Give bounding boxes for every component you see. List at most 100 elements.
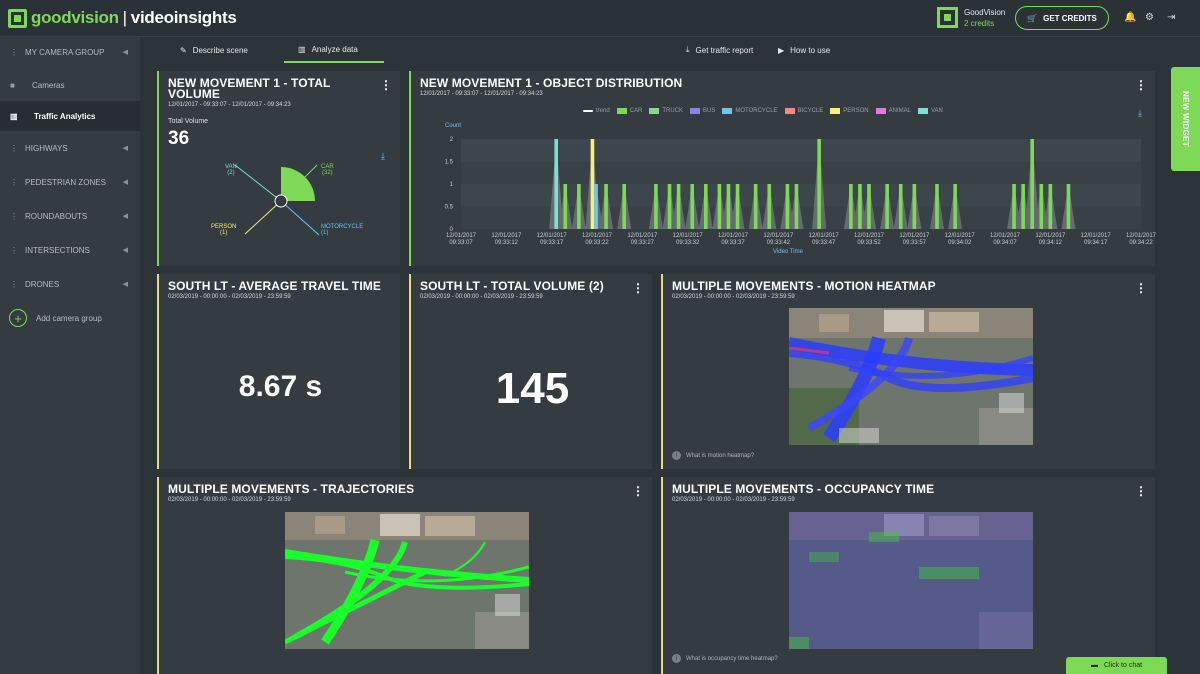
pie-label-car: CAR (32) xyxy=(321,164,334,176)
more-vert-icon[interactable]: ⋮ xyxy=(1135,485,1147,497)
sidebar-group-drones[interactable]: ⋮ DRONES ◀ xyxy=(0,269,140,299)
legend-swatch xyxy=(784,108,795,114)
chevron-left-icon: ◀ xyxy=(122,145,128,152)
bar-car[interactable] xyxy=(717,184,722,229)
bar-car[interactable] xyxy=(767,184,772,229)
gear-icon[interactable]: ⚙ xyxy=(1145,12,1154,23)
sidebar-group-intersections[interactable]: ⋮ INTERSECTIONS ◀ xyxy=(0,235,140,265)
tab-analyze-data[interactable]: ▥ Analyze data xyxy=(284,37,384,63)
widget-average-travel-time: SOUTH LT - AVERAGE TRAVEL TIME 02/03/201… xyxy=(157,274,400,469)
bar-car[interactable] xyxy=(912,184,917,229)
bar-car[interactable] xyxy=(690,184,694,229)
legend-item[interactable]: MOTORCYCLE xyxy=(722,108,778,114)
bar-car[interactable] xyxy=(604,184,608,229)
bar-car[interactable] xyxy=(1030,139,1034,229)
legend-label: BICYCLE xyxy=(797,108,824,114)
chat-button[interactable]: ▬ Click to chat xyxy=(1066,657,1167,674)
bar-car[interactable] xyxy=(676,184,681,229)
bar-car[interactable] xyxy=(726,184,731,229)
sidebar-group-my-camera-group[interactable]: ⋮ MY CAMERA GROUP ◀ xyxy=(0,37,140,67)
tab-get-traffic-report[interactable]: ⤓ Get traffic report xyxy=(686,37,753,63)
legend-item[interactable]: BICYCLE xyxy=(784,108,824,114)
bar-car[interactable] xyxy=(817,139,821,229)
bar-car[interactable] xyxy=(1066,184,1071,229)
bar-car[interactable] xyxy=(577,184,581,229)
bar-car[interactable] xyxy=(735,184,740,229)
bar-car[interactable] xyxy=(858,184,862,229)
bar-car[interactable] xyxy=(563,184,568,229)
add-camera-group-button[interactable]: + Add camera group xyxy=(9,309,102,327)
heatmap-help-link[interactable]: i What is motion heatmap? xyxy=(672,451,754,460)
download-icon[interactable]: ⤓ xyxy=(1138,108,1142,119)
x-tick-label: 12/01/2017 09:33:52 xyxy=(854,233,885,246)
legend-swatch xyxy=(616,108,627,114)
sidebar-group-label: PEDESTRIAN ZONES xyxy=(25,177,106,187)
occupancy-help-link[interactable]: i What is occupancy time heatmap? xyxy=(672,654,778,663)
bar-car[interactable] xyxy=(1039,184,1044,229)
legend-item[interactable]: VAN xyxy=(917,108,943,114)
widget-date-range: 12/01/2017 - 09:33:07 - 12/01/2017 - 09:… xyxy=(420,91,543,97)
bar-person[interactable] xyxy=(590,139,595,229)
widget-total-volume: NEW MOVEMENT 1 - TOTAL VOLUME 12/01/2017… xyxy=(157,71,400,266)
sidebar-item-traffic-analytics[interactable]: ▥ Traffic Analytics xyxy=(0,101,140,131)
bar-car[interactable] xyxy=(753,184,758,229)
average-travel-time-value: 8.67 s xyxy=(238,370,323,403)
sidebar-group-highways[interactable]: ⋮ HIGHWAYS ◀ xyxy=(0,133,140,163)
bar-car[interactable] xyxy=(1021,184,1025,229)
drag-handle-icon: ⋮ xyxy=(10,143,18,153)
tab-describe-scene[interactable]: ✎ Describe scene xyxy=(180,37,260,63)
get-credits-button[interactable]: 🛒 GET CREDITS xyxy=(1015,6,1109,30)
sidebar-group-pedestrian-zones[interactable]: ⋮ PEDESTRIAN ZONES ◀ xyxy=(0,167,140,197)
logout-icon[interactable]: ⇥ xyxy=(1167,12,1175,23)
legend-item[interactable]: PERSON xyxy=(830,108,869,114)
sidebar-group-roundabouts[interactable]: ⋮ ROUNDABOUTS ◀ xyxy=(0,201,140,231)
legend-item[interactable]: ANIMAL xyxy=(875,108,911,114)
pie-label-count: (2) xyxy=(227,170,235,176)
add-camera-group-label: Add camera group xyxy=(36,313,102,323)
legend-swatch xyxy=(875,108,886,114)
bar-car[interactable] xyxy=(794,184,799,229)
tab-how-to-use[interactable]: ▶ How to use xyxy=(778,37,830,63)
legend-item[interactable]: TRUCK xyxy=(649,108,683,114)
bar-car[interactable] xyxy=(667,184,672,229)
bar-car[interactable] xyxy=(1012,184,1016,229)
new-widget-button[interactable]: NEW WIDGET xyxy=(1171,67,1200,171)
bar-car[interactable] xyxy=(654,184,658,229)
widget-motion-heatmap: MULTIPLE MOVEMENTS - MOTION HEATMAP 02/0… xyxy=(661,274,1155,469)
pencil-icon: ✎ xyxy=(180,45,187,55)
legend-swatch xyxy=(690,108,701,114)
legend-item[interactable]: trend xyxy=(583,108,610,114)
legend-item[interactable]: BUS xyxy=(690,108,715,114)
more-vert-icon[interactable]: ⋮ xyxy=(1135,79,1147,91)
more-vert-icon[interactable]: ⋮ xyxy=(1135,282,1147,294)
bar-car[interactable] xyxy=(867,184,871,229)
bar-motorcycle[interactable] xyxy=(594,184,598,229)
widget-date-range: 12/01/2017 - 09:33:07 - 12/01/2017 - 09:… xyxy=(168,102,291,108)
bar-van[interactable] xyxy=(554,139,558,229)
more-vert-icon[interactable]: ⋮ xyxy=(380,79,392,91)
more-vert-icon[interactable]: ⋮ xyxy=(632,282,644,294)
y-tick-label: 0.5 xyxy=(445,205,454,211)
bar-car[interactable] xyxy=(704,184,708,229)
x-tick-label: 12/01/2017 09:33:37 xyxy=(718,233,749,246)
bar-car[interactable] xyxy=(898,184,903,229)
bar-car[interactable] xyxy=(1048,184,1053,229)
drag-handle-icon: ⋮ xyxy=(10,47,18,57)
more-vert-icon[interactable]: ⋮ xyxy=(632,485,644,497)
bar-car[interactable] xyxy=(953,184,957,229)
logo-text-goodvision: goodvision xyxy=(31,8,119,27)
bar-car[interactable] xyxy=(935,184,939,229)
credits-count: 2 credits xyxy=(964,18,995,28)
x-tick-label: 12/01/2017 09:33:57 xyxy=(899,233,930,246)
sidebar-item-cameras[interactable]: ■ Cameras xyxy=(0,70,140,100)
bar-car[interactable] xyxy=(885,184,889,229)
account-credits[interactable]: GoodVision 2 credits xyxy=(937,7,1005,28)
bar-car[interactable] xyxy=(622,184,626,229)
x-tick-label: 12/01/2017 09:33:17 xyxy=(537,233,568,246)
sidebar-item-label: Cameras xyxy=(32,80,65,90)
app-logo[interactable]: goodvision | videoinsights xyxy=(8,8,237,28)
bar-car[interactable] xyxy=(849,184,853,229)
legend-item[interactable]: CAR xyxy=(616,108,642,114)
bar-car[interactable] xyxy=(785,184,790,229)
bell-icon[interactable]: 🔔 xyxy=(1124,12,1136,23)
